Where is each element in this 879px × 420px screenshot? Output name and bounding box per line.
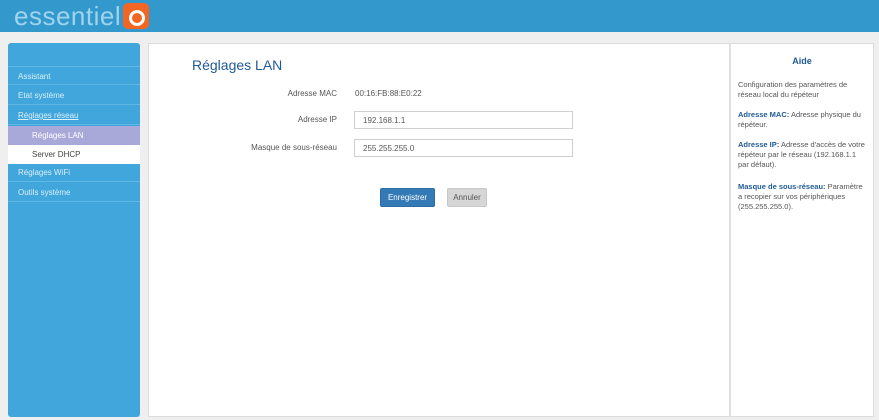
sidebar-item-lan-settings[interactable]: Réglages LAN — [8, 126, 140, 145]
ip-label: Adresse IP — [297, 115, 337, 124]
sidebar-item-wifi-settings[interactable]: Réglages WiFi — [8, 163, 140, 182]
help-mac-term: Adresse MAC: — [738, 110, 790, 119]
sidebar-nav: Assistant Etat système Réglages réseau R… — [8, 43, 140, 417]
top-header: essentiel — [0, 0, 879, 32]
help-mask-term: Masque de sous-réseau: — [738, 182, 826, 191]
sidebar-item-system-status[interactable]: Etat système — [8, 86, 140, 105]
ip-input[interactable] — [354, 111, 573, 129]
sidebar-item-system-tools[interactable]: Outils système — [8, 183, 140, 202]
mac-value: 00:16:FB:88:E0:22 — [355, 89, 422, 98]
sidebar-item-assistant[interactable]: Assistant — [8, 66, 140, 85]
brand-name: essentiel — [14, 1, 122, 31]
mac-label: Adresse MAC — [287, 89, 337, 98]
sidebar-item-dhcp-server[interactable]: Server DHCP — [8, 145, 140, 164]
help-title: Aide — [792, 56, 812, 66]
save-button[interactable]: Enregistrer — [380, 188, 435, 207]
logo-icon — [123, 3, 150, 29]
page-title: Réglages LAN — [192, 57, 283, 73]
main-panel: Réglages LAN Adresse MAC 00:16:FB:88:E0:… — [148, 43, 730, 417]
sidebar-item-network-settings[interactable]: Réglages réseau — [8, 106, 140, 125]
mask-label: Masque de sous-réseau — [251, 143, 337, 152]
help-ip-term: Adresse IP: — [738, 140, 780, 149]
mask-input[interactable] — [354, 139, 573, 157]
help-mac: Adresse MAC: Adresse physique du répéteu… — [738, 110, 866, 130]
help-mask: Masque de sous-réseau: Paramètre a recop… — [738, 182, 866, 212]
brand-logo[interactable]: essentiel — [14, 1, 150, 31]
cancel-button[interactable]: Annuler — [447, 188, 487, 207]
help-panel: Aide Configuration des paramètres de rés… — [730, 43, 874, 417]
help-intro: Configuration des paramètres de réseau l… — [738, 80, 848, 99]
help-ip: Adresse IP: Adresse d'accès de votre rép… — [738, 140, 866, 170]
